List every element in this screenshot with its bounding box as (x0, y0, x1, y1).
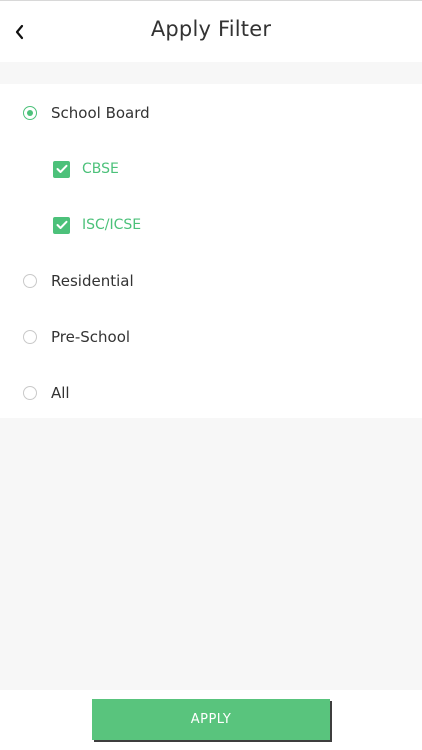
radio-unselected-icon[interactable] (23, 386, 37, 400)
filter-option-pre-school[interactable]: Pre-School (0, 319, 130, 355)
filter-option-residential[interactable]: Residential (0, 263, 134, 299)
filter-option-label: Pre-School (51, 328, 131, 346)
filter-option-label: All (51, 384, 70, 402)
checkbox-checked-icon[interactable] (53, 216, 70, 234)
filter-panel: School Board CBSE ISC/ICSE Residential P… (0, 84, 422, 418)
apply-button[interactable]: APPLY (92, 699, 330, 740)
filter-option-school-board[interactable]: School Board (0, 95, 150, 131)
page-title: Apply Filter (150, 17, 272, 41)
filter-suboption-label: CBSE (82, 161, 119, 177)
filter-suboption-label: ISC/ICSE (82, 217, 142, 233)
filter-option-all[interactable]: All (0, 375, 70, 411)
header-bar: Apply Filter (0, 0, 422, 62)
radio-selected-icon[interactable] (23, 106, 37, 120)
filter-suboption-cbse[interactable]: CBSE (0, 151, 119, 187)
filter-suboption-isc-icse[interactable]: ISC/ICSE (0, 207, 141, 243)
radio-unselected-icon[interactable] (23, 274, 37, 288)
footer-bar: APPLY (0, 690, 422, 750)
filter-option-label: School Board (51, 104, 150, 122)
filter-option-label: Residential (51, 272, 134, 290)
radio-unselected-icon[interactable] (23, 330, 37, 344)
checkbox-checked-icon[interactable] (53, 160, 70, 178)
